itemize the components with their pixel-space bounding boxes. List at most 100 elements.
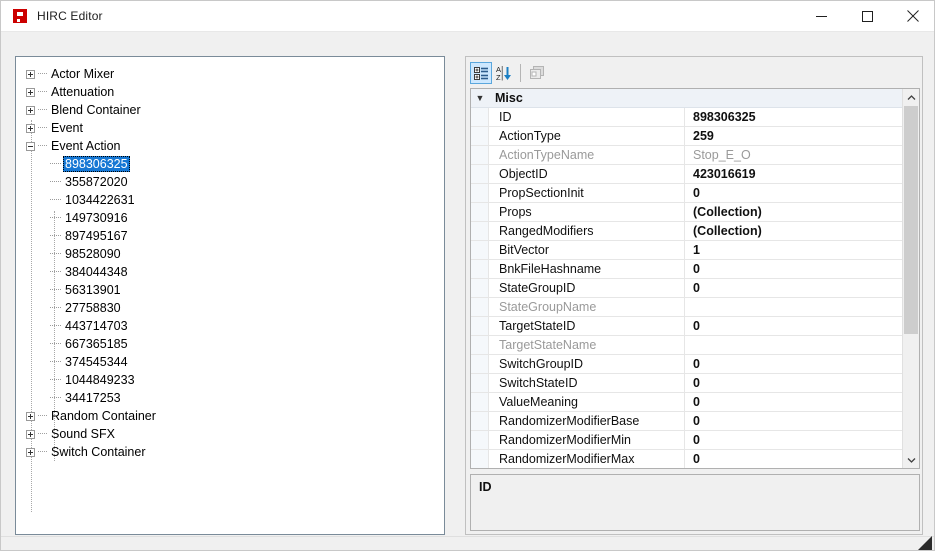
tree-item-group[interactable]: Random Container [26,407,444,425]
property-row[interactable]: TargetStateName [471,336,903,355]
tree-connector [38,91,47,93]
expand-plus-icon[interactable] [26,123,35,133]
property-row[interactable]: ActionType 259 [471,127,903,146]
property-value[interactable]: 0 [685,431,903,449]
tree-item-group[interactable]: Sound SFX [26,425,444,443]
scroll-down-button[interactable] [903,451,919,468]
property-value[interactable]: 0 [685,355,903,373]
expand-plus-icon[interactable] [26,429,35,439]
tree-item-group[interactable]: Attenuation [26,83,444,101]
tree-item-leaf[interactable]: 34417253 [26,389,444,407]
property-pages-button[interactable] [526,62,548,84]
tree-connector [50,271,61,273]
property-row[interactable]: RandomizerModifierMax 0 [471,450,903,468]
tree-item-leaf[interactable]: 374545344 [26,353,444,371]
property-name: BnkFileHashname [489,260,685,278]
property-value[interactable]: 0 [685,184,903,202]
property-row-gutter [471,260,489,278]
property-row[interactable]: StateGroupName [471,298,903,317]
tree-connector [50,163,61,165]
property-value[interactable]: 0 [685,317,903,335]
tree-item-leaf[interactable]: 27758830 [26,299,444,317]
property-row[interactable]: SwitchStateID 0 [471,374,903,393]
property-category-header[interactable]: ▼ Misc [471,89,903,108]
categorized-view-button[interactable] [470,62,492,84]
property-row[interactable]: SwitchGroupID 0 [471,355,903,374]
property-name: ActionType [489,127,685,145]
property-value[interactable]: 423016619 [685,165,903,183]
tree-item-leaf[interactable]: 56313901 [26,281,444,299]
expand-plus-icon[interactable] [26,69,35,79]
tree-item-leaf[interactable]: 898306325 [26,155,444,173]
property-row-gutter [471,146,489,164]
tree-item-group[interactable]: Switch Container [26,443,444,461]
expand-plus-icon[interactable] [26,105,35,115]
resize-grip-icon[interactable] [918,536,932,550]
property-value[interactable]: 0 [685,393,903,411]
property-row[interactable]: PropSectionInit 0 [471,184,903,203]
hirc-tree-view[interactable]: Actor Mixer Attenuation Blend Container Eve… [15,56,445,535]
property-value[interactable]: 0 [685,374,903,392]
property-name: ID [489,108,685,126]
property-value[interactable]: 1 [685,241,903,259]
property-row[interactable]: RangedModifiers (Collection) [471,222,903,241]
scrollbar-thumb[interactable] [904,106,918,334]
expand-plus-icon[interactable] [26,87,35,97]
tree-connector [50,253,61,255]
tree-item-group[interactable]: Event [26,119,444,137]
chevron-down-icon[interactable]: ▼ [471,89,489,107]
property-value[interactable]: 898306325 [685,108,903,126]
property-value[interactable] [685,298,903,316]
collapse-minus-icon[interactable] [26,141,35,151]
tree-item-leaf[interactable]: 1044849233 [26,371,444,389]
tree-item-label: Random Container [51,409,156,423]
property-value[interactable]: (Collection) [685,203,903,221]
property-row[interactable]: RandomizerModifierMin 0 [471,431,903,450]
tree-item-leaf[interactable]: 149730916 [26,209,444,227]
scroll-up-button[interactable] [903,89,919,106]
property-value[interactable] [685,336,903,354]
property-row[interactable]: TargetStateID 0 [471,317,903,336]
tree-item-leaf[interactable]: 667365185 [26,335,444,353]
tree-item-leaf[interactable]: 443714703 [26,317,444,335]
property-row[interactable]: BitVector 1 [471,241,903,260]
tree-item-label: 374545344 [65,355,128,369]
tree-item-group[interactable]: Actor Mixer [26,65,444,83]
tree-item-label: 355872020 [65,175,128,189]
property-value[interactable]: Stop_E_O [685,146,903,164]
maximize-button[interactable] [844,1,890,31]
tree-connector [38,127,47,129]
property-row-gutter [471,450,489,468]
tree-item-leaf[interactable]: 1034422631 [26,191,444,209]
property-name: TargetStateID [489,317,685,335]
property-row[interactable]: StateGroupID 0 [471,279,903,298]
tree-item-group[interactable]: Blend Container [26,101,444,119]
property-value[interactable]: 0 [685,412,903,430]
property-row[interactable]: RandomizerModifierBase 0 [471,412,903,431]
property-row[interactable]: ID 898306325 [471,108,903,127]
property-value[interactable]: 0 [685,450,903,468]
property-value[interactable]: (Collection) [685,222,903,240]
property-name: RandomizerModifierBase [489,412,685,430]
tree-item-leaf[interactable]: 98528090 [26,245,444,263]
tree-item-group[interactable]: Event Action [26,137,444,155]
expand-plus-icon[interactable] [26,411,35,421]
tree-item-leaf[interactable]: 897495167 [26,227,444,245]
property-grid-scrollbar[interactable] [902,89,919,468]
property-value[interactable]: 259 [685,127,903,145]
property-row[interactable]: ActionTypeName Stop_E_O [471,146,903,165]
property-value[interactable]: 0 [685,279,903,297]
property-grid[interactable]: ▼ Misc ID 898306325 ActionType 259 ActionTyp… [470,88,920,469]
property-value[interactable]: 0 [685,260,903,278]
property-row[interactable]: ObjectID 423016619 [471,165,903,184]
minimize-button[interactable] [798,1,844,31]
property-row[interactable]: BnkFileHashname 0 [471,260,903,279]
property-row[interactable]: Props (Collection) [471,203,903,222]
alphabetical-sort-button[interactable]: A Z [493,62,515,84]
tree-item-leaf[interactable]: 384044348 [26,263,444,281]
tree-item-label: 384044348 [65,265,128,279]
close-button[interactable] [890,1,934,31]
expand-plus-icon[interactable] [26,447,35,457]
tree-item-leaf[interactable]: 355872020 [26,173,444,191]
property-row[interactable]: ValueMeaning 0 [471,393,903,412]
